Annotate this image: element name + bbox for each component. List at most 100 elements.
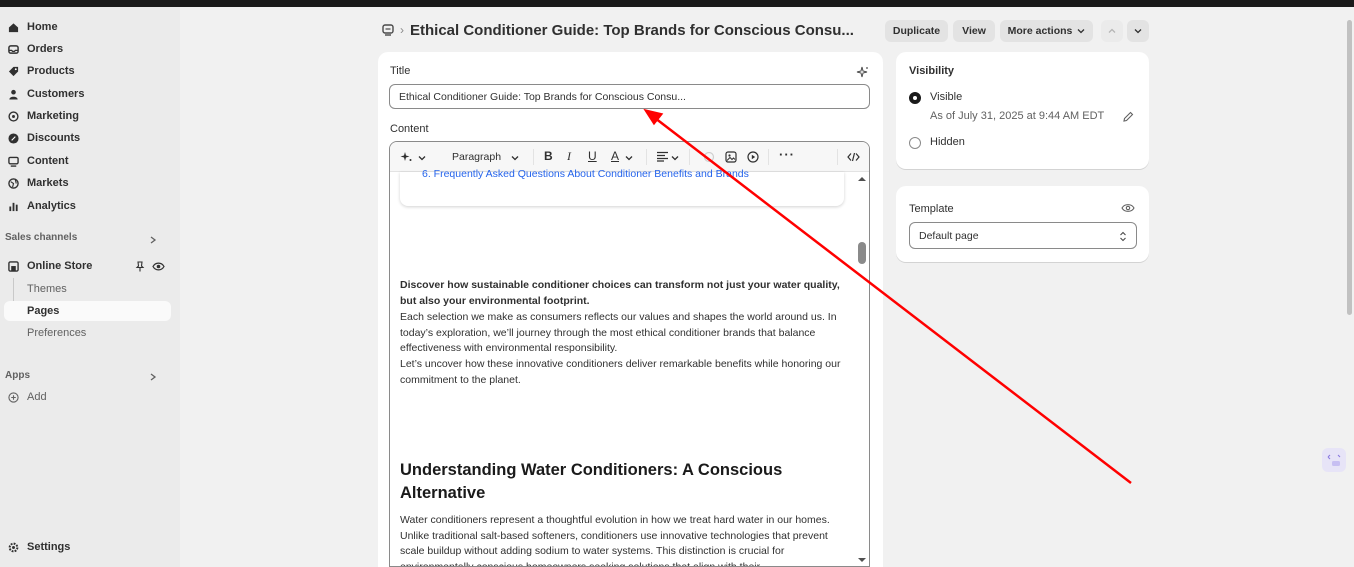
target-icon <box>7 110 19 122</box>
toolbar-divider <box>646 149 647 165</box>
chevron-down-icon <box>1077 29 1085 34</box>
store-icon <box>7 260 19 272</box>
sidebar-item-customers[interactable]: Customers <box>4 84 171 104</box>
code-icon[interactable] <box>847 152 860 162</box>
intro-text: Discover how sustainable conditioner cho… <box>400 278 850 388</box>
home-icon <box>7 21 19 33</box>
sidebar-item-label: Preferences <box>27 327 87 339</box>
assistant-widget[interactable] <box>1322 448 1346 472</box>
editor-scroll-thumb[interactable] <box>858 242 866 264</box>
chevron-down-icon <box>1134 29 1142 34</box>
sidebar-item-content[interactable]: Content <box>4 151 171 171</box>
more-actions-button[interactable]: More actions <box>1000 20 1093 42</box>
sidebar-item-label: Customers <box>27 88 85 100</box>
chevron-down-icon[interactable] <box>418 154 426 162</box>
intro-bold-paragraph: Discover how sustainable conditioner cho… <box>400 279 840 307</box>
sidebar-item-add[interactable]: Add <box>4 387 171 407</box>
duplicate-button[interactable]: Duplicate <box>885 20 948 42</box>
image-icon[interactable] <box>725 151 737 163</box>
title-input[interactable]: Ethical Conditioner Guide: Top Brands fo… <box>389 84 870 109</box>
visible-label: Visible <box>930 91 963 103</box>
toc-link[interactable]: 6. Frequently Asked Questions About Cond… <box>422 168 749 180</box>
video-icon[interactable] <box>747 151 759 163</box>
bar-chart-icon <box>7 200 19 212</box>
previous-page-button[interactable] <box>1101 20 1123 42</box>
chevron-right-icon[interactable] <box>148 372 158 382</box>
sidebar-item-markets[interactable]: Markets <box>4 173 171 193</box>
sales-channels-label: Sales channels <box>5 232 78 243</box>
chevron-down-icon[interactable] <box>625 154 633 162</box>
sidebar-item-label: Marketing <box>27 110 79 122</box>
content-label: Content <box>390 123 429 135</box>
next-page-button[interactable] <box>1127 20 1149 42</box>
visibility-title: Visibility <box>909 65 955 77</box>
view-button[interactable]: View <box>953 20 995 42</box>
breadcrumb-separator: › <box>400 23 404 37</box>
eye-icon[interactable] <box>1121 203 1135 213</box>
sidebar-item-pages[interactable]: Pages <box>4 301 171 321</box>
hidden-label: Hidden <box>930 136 965 148</box>
sidebar-item-orders[interactable]: Orders <box>4 39 171 59</box>
sidebar-item-label: Themes <box>27 283 67 295</box>
sidebar-item-label: Online Store <box>27 260 93 272</box>
editor-scrollbar[interactable] <box>857 172 869 567</box>
sidebar-item-label: Markets <box>27 177 69 189</box>
visible-date: As of July 31, 2025 at 9:44 AM EDT <box>930 110 1105 122</box>
toolbar-divider <box>837 149 838 165</box>
content-icon <box>7 155 19 167</box>
template-title: Template <box>909 203 954 215</box>
sidebar-item-label: Home <box>27 21 58 33</box>
sidebar-item-online-store[interactable]: Online Store <box>4 256 171 276</box>
sidebar-item-preferences[interactable]: Preferences <box>4 323 171 343</box>
eye-icon[interactable] <box>152 261 165 272</box>
body-paragraph: Water conditioners represent a thoughtfu… <box>400 514 830 567</box>
template-select[interactable]: Default page <box>909 222 1137 249</box>
magic-sparkle-icon[interactable] <box>856 66 869 79</box>
sidebar-item-label: Content <box>27 155 69 167</box>
top-bar <box>0 0 1354 7</box>
chevron-down-icon[interactable] <box>511 154 519 162</box>
toolbar-divider <box>768 149 769 165</box>
globe-icon <box>7 177 19 189</box>
scroll-down-icon[interactable] <box>857 556 867 564</box>
sidebar-item-label: Discounts <box>27 132 81 144</box>
tag-icon <box>7 65 19 77</box>
person-icon <box>7 88 19 100</box>
paragraph-select[interactable]: Paragraph <box>452 151 501 163</box>
underline-icon[interactable]: U <box>588 149 597 163</box>
italic-icon[interactable]: I <box>567 149 571 164</box>
visible-radio[interactable] <box>909 92 921 104</box>
page-header: › Ethical Conditioner Guide: Top Brands … <box>380 20 1150 42</box>
chevron-down-icon[interactable] <box>671 154 679 162</box>
sidebar-item-label: Pages <box>27 305 60 317</box>
bold-icon[interactable]: B <box>544 149 553 163</box>
chevron-up-icon <box>1108 28 1116 33</box>
hidden-radio[interactable] <box>909 137 921 149</box>
select-chevron-icon <box>1120 231 1126 242</box>
text-color-icon[interactable]: A <box>611 149 619 163</box>
link-icon[interactable] <box>703 151 715 163</box>
chevron-right-icon[interactable] <box>148 235 158 245</box>
sidebar-item-settings[interactable]: Settings <box>4 537 171 557</box>
scroll-up-icon[interactable] <box>857 175 867 183</box>
gear-icon <box>7 541 19 553</box>
sidebar-item-products[interactable]: Products <box>4 61 171 81</box>
more-options-icon[interactable]: ··· <box>779 147 795 162</box>
sidebar-item-marketing[interactable]: Marketing <box>4 106 171 126</box>
sidebar-item-home[interactable]: Home <box>4 17 171 37</box>
page-icon[interactable] <box>382 24 394 36</box>
section-heading: Understanding Water Conditioners: A Cons… <box>400 461 783 502</box>
sidebar-item-label: Orders <box>27 43 64 55</box>
ai-sparkle-icon[interactable] <box>400 151 413 163</box>
page-scroll-thumb[interactable] <box>1347 20 1352 315</box>
table-of-contents-box: 6. Frequently Asked Questions About Cond… <box>400 168 844 206</box>
pin-icon[interactable] <box>135 261 145 272</box>
sidebar-item-analytics[interactable]: Analytics <box>4 196 171 216</box>
title-label: Title <box>390 65 411 77</box>
pencil-icon[interactable] <box>1122 111 1134 123</box>
sidebar-item-discounts[interactable]: Discounts <box>4 128 171 148</box>
inbox-icon <box>7 43 19 55</box>
align-icon[interactable] <box>656 151 669 162</box>
rich-text-editor[interactable]: Paragraph B I U A ··· 6. Frequently Aske… <box>389 141 870 567</box>
sidebar-item-themes[interactable]: Themes <box>4 279 171 299</box>
